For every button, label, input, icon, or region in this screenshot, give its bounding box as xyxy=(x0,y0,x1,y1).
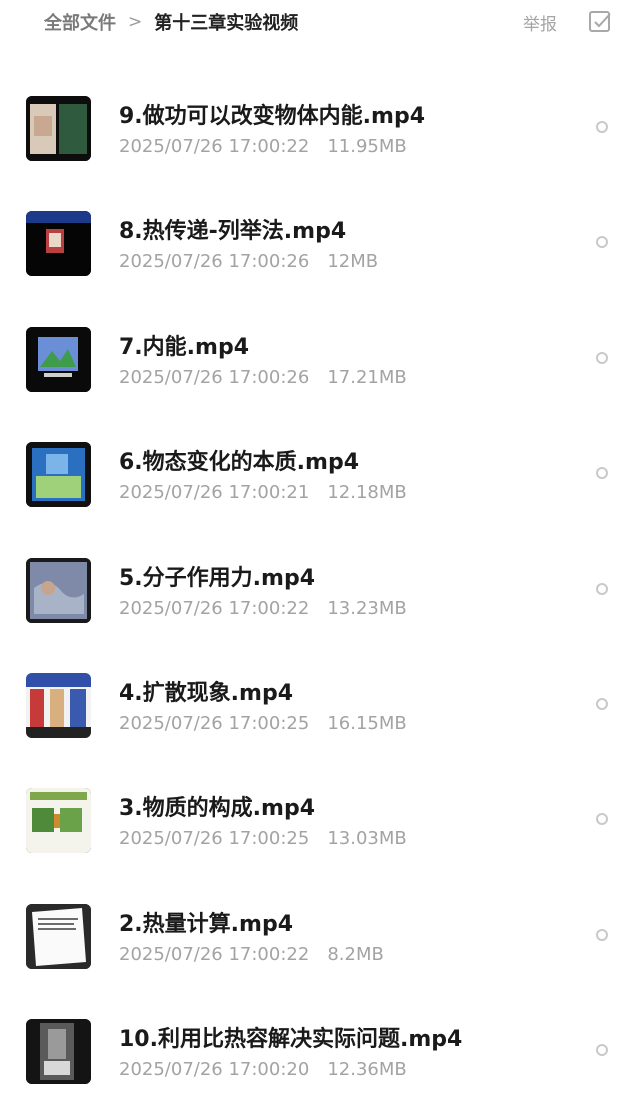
video-thumbnail xyxy=(26,903,91,969)
file-date: 2025/07/26 17:00:26 xyxy=(119,251,310,273)
header-bar: 全部文件 > 第十三章实验视频 举报 xyxy=(0,0,640,44)
file-meta: 2025/07/26 17:00:22 8.2MB xyxy=(119,944,384,965)
file-row[interactable]: 3.物质的构成.mp4 2025/07/26 17:00:25 13.03MB xyxy=(0,764,640,879)
video-thumbnail xyxy=(26,326,91,392)
video-thumbnail xyxy=(26,672,91,738)
select-radio[interactable] xyxy=(596,467,608,480)
file-name: 5.分子作用力.mp4 xyxy=(119,565,316,591)
file-row[interactable]: 8.热传递-列举法.mp4 2025/07/26 17:00:26 12MB xyxy=(0,187,640,302)
file-meta: 2025/07/26 17:00:22 13.23MB xyxy=(119,598,407,619)
file-meta: 2025/07/26 17:00:20 12.36MB xyxy=(119,1059,407,1080)
video-thumbnail xyxy=(26,96,91,161)
select-radio[interactable] xyxy=(596,236,608,249)
video-thumbnail xyxy=(26,788,91,854)
report-button[interactable]: 举报 xyxy=(523,10,557,35)
file-row[interactable]: 7.内能.mp4 2025/07/26 17:00:26 17.21MB xyxy=(0,303,640,418)
file-row[interactable]: 9.做功可以改变物体内能.mp4 2025/07/26 17:00:22 11.9… xyxy=(0,72,640,187)
checkbox-select-icon[interactable] xyxy=(588,10,612,34)
select-radio[interactable] xyxy=(596,121,608,133)
breadcrumb-current-folder: 第十三章实验视频 xyxy=(154,13,299,34)
breadcrumb-separator: > xyxy=(128,12,143,32)
select-radio[interactable] xyxy=(596,928,608,941)
file-date: 2025/07/26 17:00:20 xyxy=(119,1059,310,1081)
file-date: 2025/07/26 17:00:25 xyxy=(119,828,310,850)
file-size: 12.18MB xyxy=(327,482,407,504)
file-name: 8.热传递-列举法.mp4 xyxy=(119,219,347,245)
file-date: 2025/07/26 17:00:21 xyxy=(119,482,310,504)
select-radio[interactable] xyxy=(596,1044,608,1057)
video-thumbnail xyxy=(26,442,91,508)
video-thumbnail xyxy=(26,557,91,623)
file-row[interactable]: 6.物态变化的本质.mp4 2025/07/26 17:00:21 12.18MB xyxy=(0,418,640,533)
breadcrumb-root-link[interactable]: 全部文件 xyxy=(44,9,116,35)
file-name: 9.做功可以改变物体内能.mp4 xyxy=(119,104,426,129)
file-size: 13.23MB xyxy=(327,597,407,619)
video-thumbnail xyxy=(26,1019,91,1085)
file-row[interactable]: 2.热量计算.mp4 2025/07/26 17:00:22 8.2MB xyxy=(0,880,640,995)
file-name: 7.内能.mp4 xyxy=(119,334,250,360)
select-radio[interactable] xyxy=(596,351,608,364)
file-meta: 2025/07/26 17:00:25 16.15MB xyxy=(119,713,407,734)
select-radio[interactable] xyxy=(596,813,608,826)
file-size: 8.2MB xyxy=(327,943,384,965)
file-meta: 2025/07/26 17:00:26 12MB xyxy=(119,251,378,272)
file-date: 2025/07/26 17:00:26 xyxy=(119,366,310,388)
file-list: 9.做功可以改变物体内能.mp4 2025/07/26 17:00:22 11.9… xyxy=(0,72,640,1111)
file-size: 13.03MB xyxy=(327,828,407,850)
file-size: 16.15MB xyxy=(327,712,407,734)
file-name: 6.物态变化的本质.mp4 xyxy=(119,450,360,476)
file-row[interactable]: 4.扩散现象.mp4 2025/07/26 17:00:25 16.15MB xyxy=(0,649,640,764)
file-date: 2025/07/26 17:00:22 xyxy=(119,136,310,157)
file-meta: 2025/07/26 17:00:22 11.95MB xyxy=(119,136,407,157)
file-meta: 2025/07/26 17:00:26 17.21MB xyxy=(119,367,407,388)
file-meta: 2025/07/26 17:00:25 13.03MB xyxy=(119,828,407,849)
breadcrumb: 全部文件 > 第十三章实验视频 xyxy=(44,9,298,35)
file-row[interactable]: 5.分子作用力.mp4 2025/07/26 17:00:22 13.23MB xyxy=(0,534,640,649)
file-row[interactable]: 10.利用比热容解决实际问题.mp4 2025/07/26 17:00:20 12… xyxy=(0,995,640,1110)
file-size: 12MB xyxy=(327,251,379,273)
select-radio[interactable] xyxy=(596,697,608,710)
file-name: 3.物质的构成.mp4 xyxy=(119,796,316,822)
select-radio[interactable] xyxy=(596,582,608,595)
file-date: 2025/07/26 17:00:25 xyxy=(119,712,310,734)
file-name: 2.热量计算.mp4 xyxy=(119,911,294,937)
file-size: 12.36MB xyxy=(327,1059,407,1081)
file-date: 2025/07/26 17:00:22 xyxy=(119,597,310,619)
file-date: 2025/07/26 17:00:22 xyxy=(119,943,310,965)
file-meta: 2025/07/26 17:00:21 12.18MB xyxy=(119,482,407,503)
video-thumbnail xyxy=(26,211,91,277)
file-size: 11.95MB xyxy=(327,136,407,157)
file-name: 10.利用比热容解决实际问题.mp4 xyxy=(119,1027,463,1053)
file-name: 4.扩散现象.mp4 xyxy=(119,680,294,706)
file-size: 17.21MB xyxy=(327,366,407,388)
